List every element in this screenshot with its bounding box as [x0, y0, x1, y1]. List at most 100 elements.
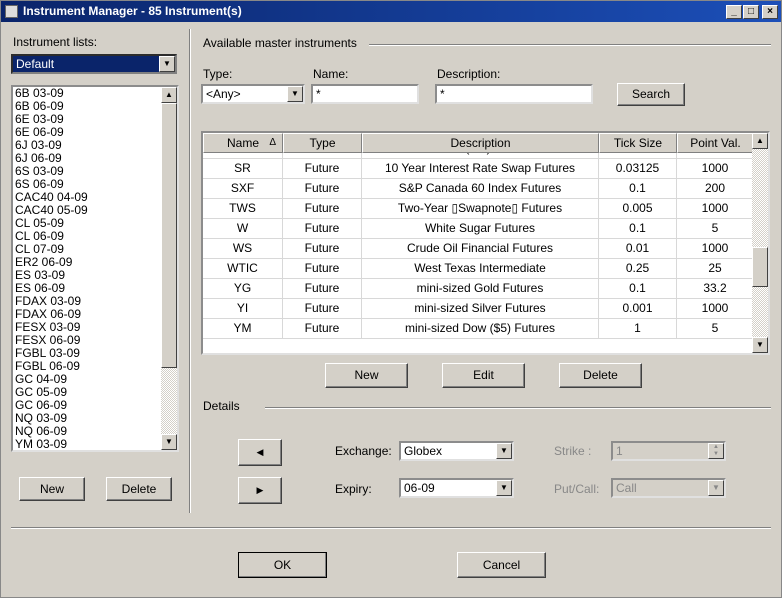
- description-input[interactable]: *: [435, 84, 593, 104]
- minimize-button[interactable]: _: [726, 5, 742, 19]
- cell-type: Future: [283, 179, 362, 199]
- scroll-down-icon[interactable]: ▼: [752, 337, 768, 353]
- cell-description: S&P Canada 60 Index Futures: [362, 179, 599, 199]
- scroll-up-icon[interactable]: ▲: [161, 87, 177, 103]
- chevron-down-icon[interactable]: ▼: [287, 86, 303, 102]
- title-bar: Instrument Manager - 85 Instrument(s) _ …: [1, 1, 781, 22]
- chevron-down-icon[interactable]: ▼: [159, 56, 175, 72]
- instrument-edit-button[interactable]: Edit: [442, 363, 525, 388]
- list-scrollbar[interactable]: ▲ ▼: [161, 87, 177, 450]
- cell-tick-size: 0.1: [599, 179, 677, 199]
- putcall-dropdown: Call ▼: [611, 478, 726, 498]
- table-row[interactable]: YG Future mini-sized Gold Futures 0.1 33.2: [203, 279, 754, 299]
- cell-tick-size: 0.005: [599, 199, 677, 219]
- scroll-thumb[interactable]: [161, 103, 177, 368]
- master-section-label: Available master instruments: [203, 36, 357, 50]
- chevron-down-icon[interactable]: ▼: [496, 480, 512, 496]
- table-row[interactable]: YM Future mini-sized Dow ($5) Futures 1 5: [203, 319, 754, 339]
- cell-type: Future: [283, 199, 362, 219]
- instrument-lists-label: Instrument lists:: [13, 35, 98, 49]
- cell-type: Future: [283, 319, 362, 339]
- divider: [189, 29, 191, 513]
- cell-name: SR: [203, 159, 283, 179]
- column-header-description[interactable]: Description: [362, 133, 599, 153]
- cell-point-value: 5: [677, 319, 754, 339]
- strike-value: 1: [616, 444, 623, 458]
- close-button[interactable]: ×: [762, 5, 778, 19]
- cell-description: West Texas Intermediate: [362, 259, 599, 279]
- cell-name: W: [203, 219, 283, 239]
- table-row[interactable]: SXF Future S&P Canada 60 Index Futures 0.1 2…: [203, 179, 754, 199]
- description-label: Description:: [437, 67, 501, 81]
- cell-type: Future: [283, 239, 362, 259]
- ok-button[interactable]: OK: [238, 552, 327, 578]
- instrument-manager-window: Instrument Manager - 85 Instrument(s) _ …: [0, 0, 782, 598]
- list-new-button[interactable]: New: [19, 477, 85, 501]
- cancel-button[interactable]: Cancel: [457, 552, 546, 578]
- instrument-new-button[interactable]: New: [325, 363, 408, 388]
- column-header-type[interactable]: Type: [283, 133, 362, 153]
- scroll-thumb[interactable]: [752, 247, 768, 287]
- previous-button[interactable]: ◀: [238, 439, 282, 466]
- strike-label: Strike :: [554, 444, 592, 458]
- cell-name: TWS: [203, 199, 283, 219]
- instrument-list-dropdown[interactable]: Default ▼: [11, 54, 177, 74]
- column-header-point-value[interactable]: Point Val.: [677, 133, 754, 153]
- table-row[interactable]: TWS Future Two-Year ▯Swapnote▯ Futures 0.00…: [203, 199, 754, 219]
- instrument-list-item[interactable]: YM 03-09: [13, 438, 177, 451]
- search-button[interactable]: Search: [617, 83, 685, 106]
- name-input[interactable]: *: [311, 84, 419, 104]
- cell-name: YM: [203, 319, 283, 339]
- cell-tick-size: 1: [599, 319, 677, 339]
- cell-point-value: 25: [677, 259, 754, 279]
- putcall-value: Call: [616, 481, 637, 495]
- next-button[interactable]: ▶: [238, 477, 282, 504]
- strike-spinner: 1 ▲ ▼: [611, 441, 726, 461]
- instruments-grid[interactable]: Name Δ Type Description Tick Size Point V…: [201, 131, 770, 355]
- cell-tick-size: 0.001: [599, 299, 677, 319]
- instrument-list[interactable]: 6B 03-09 6B 06-09 6E 03-09 6E 06-09 6J 03-09…: [11, 85, 179, 452]
- table-row[interactable]: YI Future mini-sized Silver Futures 0.001 10…: [203, 299, 754, 319]
- cell-description: mini-sized Gold Futures: [362, 279, 599, 299]
- cell-description: mini-sized Silver Futures: [362, 299, 599, 319]
- sort-ascending-icon: Δ: [269, 137, 276, 148]
- scroll-down-icon[interactable]: ▼: [161, 434, 177, 450]
- column-header-name[interactable]: Name Δ: [203, 133, 283, 153]
- divider: [265, 407, 771, 409]
- cell-description: mini-sized Dow ($5) Futures: [362, 319, 599, 339]
- cell-point-value: 5: [677, 219, 754, 239]
- scroll-up-icon[interactable]: ▲: [752, 133, 768, 149]
- exchange-label: Exchange:: [335, 444, 392, 458]
- exchange-dropdown[interactable]: Globex ▼: [399, 441, 514, 461]
- chevron-down-icon: ▼: [708, 480, 724, 496]
- list-delete-button[interactable]: Delete: [106, 477, 172, 501]
- cell-description: Crude Oil Financial Futures: [362, 239, 599, 259]
- table-row[interactable]: WTIC Future West Texas Intermediate 0.25 25: [203, 259, 754, 279]
- type-label: Type:: [203, 67, 233, 81]
- maximize-button[interactable]: □: [743, 5, 759, 19]
- cell-point-value: 200: [677, 179, 754, 199]
- exchange-value: Globex: [404, 444, 443, 458]
- grid-scrollbar[interactable]: ▲ ▼: [752, 133, 768, 353]
- name-label: Name:: [313, 67, 349, 81]
- expiry-dropdown[interactable]: 06-09 ▼: [399, 478, 514, 498]
- cell-name: YG: [203, 279, 283, 299]
- cell-tick-size: 0.03125: [599, 159, 677, 179]
- chevron-down-icon[interactable]: ▼: [496, 443, 512, 459]
- arrow-right-icon: ▶: [256, 485, 264, 495]
- expiry-label: Expiry:: [335, 482, 372, 496]
- spinner-arrows-icon: ▲ ▼: [708, 443, 724, 459]
- cell-tick-size: 0.25: [599, 259, 677, 279]
- cell-name: YI: [203, 299, 283, 319]
- cell-type: Future: [283, 299, 362, 319]
- table-row[interactable]: WS Future Crude Oil Financial Futures 0.01 1…: [203, 239, 754, 259]
- table-row[interactable]: W Future White Sugar Futures 0.1 5: [203, 219, 754, 239]
- cell-type: Future: [283, 259, 362, 279]
- cell-point-value: 1000: [677, 299, 754, 319]
- cell-name: WS: [203, 239, 283, 259]
- type-dropdown[interactable]: <Any> ▼: [201, 84, 305, 104]
- column-header-tick-size[interactable]: Tick Size: [599, 133, 677, 153]
- instrument-delete-button[interactable]: Delete: [559, 363, 642, 388]
- table-row[interactable]: SR Future 10 Year Interest Rate Swap Futur…: [203, 159, 754, 179]
- cell-tick-size: 0.1: [599, 279, 677, 299]
